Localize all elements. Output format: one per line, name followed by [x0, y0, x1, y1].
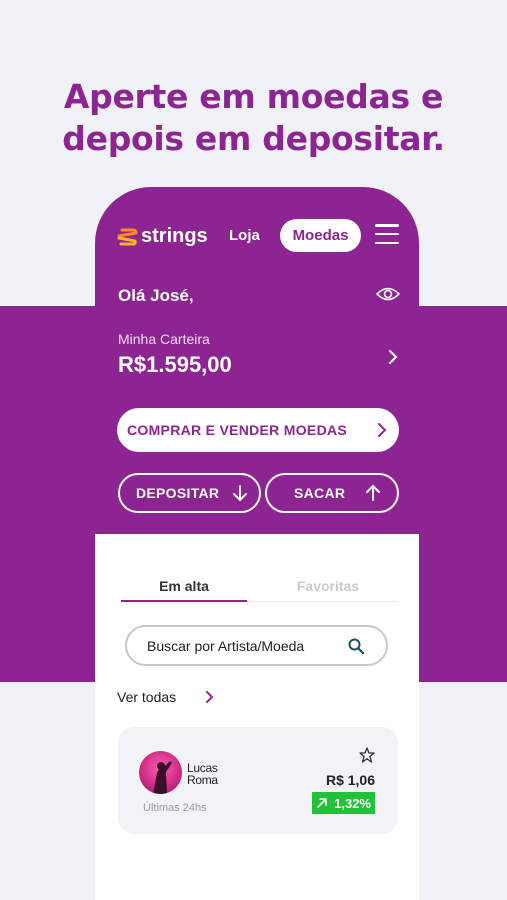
artist-name: Lucas Roma	[187, 761, 218, 787]
strings-logo-icon	[117, 228, 138, 245]
star-icon[interactable]	[359, 747, 375, 763]
period-label: Últimas 24hs	[143, 802, 207, 814]
deposit-label: DEPOSITAR	[136, 485, 220, 501]
deposit-button[interactable]: DEPOSITAR	[118, 473, 261, 513]
chevron-right-icon	[378, 423, 387, 437]
logo-text: strings	[141, 225, 208, 247]
wallet-label: Minha Carteira	[118, 331, 210, 347]
tab-active-indicator	[121, 600, 247, 602]
search-icon[interactable]	[348, 638, 364, 654]
artist-photo-icon	[153, 761, 172, 794]
arrow-down-icon	[233, 485, 247, 502]
change-value: 1,32%	[334, 795, 371, 811]
eye-icon[interactable]	[376, 285, 400, 303]
menu-icon[interactable]	[375, 224, 399, 244]
arrow-up-right-icon	[317, 798, 327, 808]
coin-price: R$ 1,06	[325, 772, 375, 788]
arrow-up-icon	[366, 484, 380, 501]
withdraw-button[interactable]: SACAR	[265, 473, 399, 513]
buy-sell-coins-button[interactable]: COMPRAR E VENDER MOEDAS	[117, 408, 399, 452]
chevron-right-icon[interactable]	[205, 691, 213, 703]
wallet-value: R$1.595,00	[118, 352, 232, 377]
headline-line-2: depois em depositar.	[62, 119, 445, 158]
see-all-link[interactable]: Ver todas	[117, 689, 176, 705]
coin-card[interactable]: Lucas Roma Últimas 24hs R$ 1,06 1,32%	[118, 727, 398, 834]
headline-line-1: Aperte em moedas e	[63, 77, 444, 116]
buy-sell-label: COMPRAR E VENDER MOEDAS	[127, 422, 348, 438]
change-badge: 1,32%	[312, 792, 375, 814]
nav-moedas-button[interactable]: Moedas	[280, 219, 361, 252]
withdraw-label: SACAR	[294, 485, 346, 501]
greeting: Olá José,	[118, 286, 194, 305]
nav-loja[interactable]: Loja	[229, 227, 260, 244]
chevron-right-icon[interactable]	[387, 349, 399, 365]
headline: Aperte em moedas e depois em depositar.	[0, 76, 507, 160]
phone-frame: strings Loja Moedas Olá José, Minha Cart…	[95, 187, 419, 900]
search-input[interactable]: Buscar por Artista/Moeda	[125, 625, 388, 666]
avatar	[139, 751, 182, 794]
search-placeholder: Buscar por Artista/Moeda	[147, 637, 305, 654]
strings-logo[interactable]: strings	[116, 225, 208, 248]
tab-favoritas[interactable]: Favoritas	[265, 578, 391, 594]
tab-em-alta[interactable]: Em alta	[121, 578, 247, 594]
